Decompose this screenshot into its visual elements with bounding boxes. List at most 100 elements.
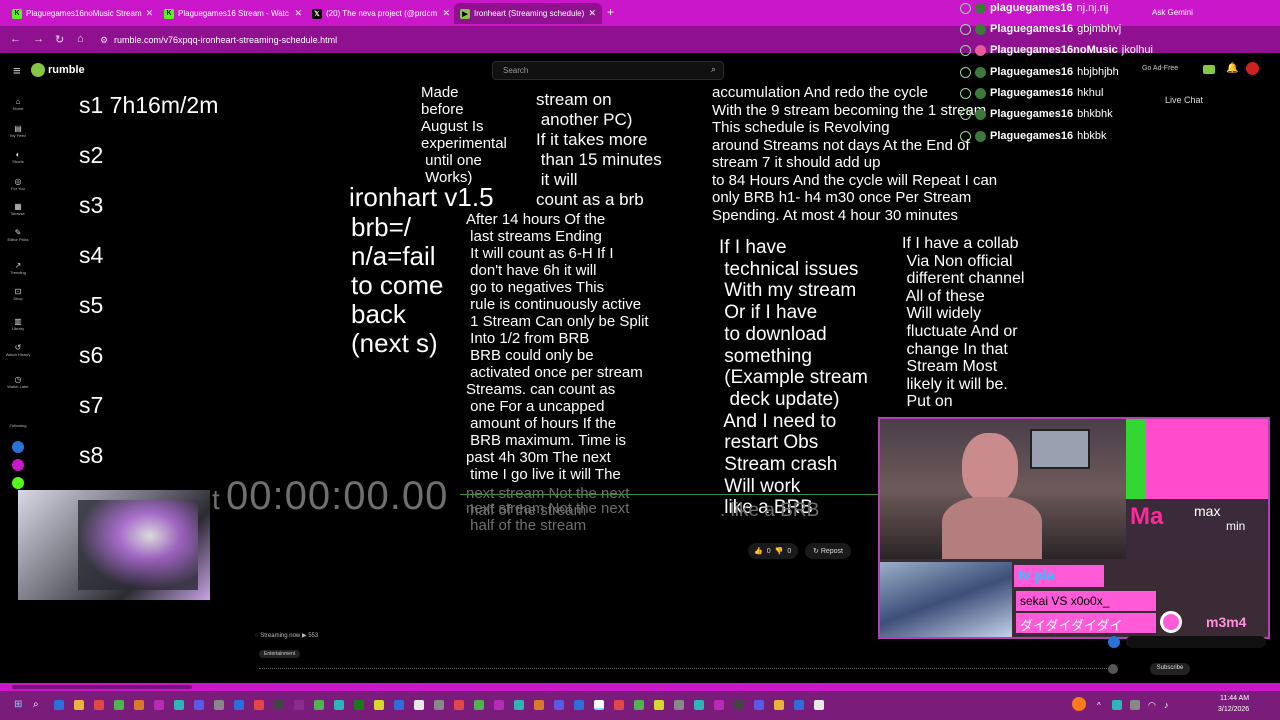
sidebar-item-shorts[interactable]: ◐ Shorts [4, 150, 32, 164]
schedule-note: stream on another PC) If it takes more t… [536, 90, 662, 209]
browser-icon[interactable] [594, 700, 604, 710]
forward-icon[interactable]: → [33, 33, 44, 45]
tab-1[interactable]: K Plaguegames16noMusic Stream ✕ [6, 3, 156, 24]
scrollbar-thumb[interactable] [12, 685, 192, 689]
clock-time[interactable]: 11:44 AM [1220, 695, 1249, 702]
tray-icon[interactable] [1112, 700, 1122, 710]
close-icon[interactable]: ✕ [294, 8, 302, 19]
app-icon[interactable] [134, 700, 144, 710]
app-icon[interactable] [674, 700, 684, 710]
sidebar-item-browse[interactable]: ▦ Browse [4, 202, 32, 216]
app-icon[interactable] [234, 700, 244, 710]
wifi-icon[interactable]: ◠ [1148, 700, 1156, 711]
app-icon[interactable] [214, 700, 224, 710]
go-ad-free-link[interactable]: Go Ad-Free [1142, 65, 1178, 72]
rumble-logo[interactable]: rumble [31, 63, 85, 77]
app-icon[interactable] [114, 700, 124, 710]
thumbs-down-icon[interactable]: 👎 [775, 547, 784, 555]
sidebar-item-trending[interactable]: ↗ Trending [4, 261, 32, 275]
app-icon[interactable] [474, 700, 484, 710]
repost-button[interactable]: ↻ Repost [805, 543, 851, 559]
tab-2[interactable]: K Plaguegames16 Stream - Watc ✕ [158, 3, 308, 24]
sidebar-item-editor-picks[interactable]: ✎ Editor Picks [4, 228, 32, 242]
start-icon[interactable]: ⊞ [14, 699, 22, 710]
close-icon[interactable]: ✕ [442, 8, 450, 19]
emoji-icon[interactable] [1108, 664, 1118, 674]
explorer-icon[interactable] [74, 700, 84, 710]
app-icon[interactable] [254, 700, 264, 710]
app-icon[interactable] [154, 700, 164, 710]
tab-4[interactable]: ▶ Ironheart (Streaming schedule) ✕ [454, 3, 602, 24]
new-tab-button[interactable]: + [607, 5, 614, 19]
volume-icon[interactable]: ♪ [1164, 700, 1169, 710]
sidebar-item-watch-history[interactable]: ↺ Watch History [4, 343, 32, 357]
home-icon[interactable]: ⌂ [77, 33, 84, 45]
ask-gemini-button[interactable]: Ask Gemini [1152, 8, 1193, 17]
app-icon[interactable] [534, 700, 544, 710]
avatar [975, 44, 986, 56]
tray-icon[interactable] [1130, 700, 1140, 710]
category-badge[interactable]: Entertainment [259, 650, 301, 658]
app-icon[interactable] [794, 700, 804, 710]
sidebar-item-my-feed[interactable]: ▤ My Feed [4, 124, 32, 138]
app-icon[interactable] [754, 700, 764, 710]
back-icon[interactable]: ← [10, 33, 21, 45]
app-icon[interactable] [514, 700, 524, 710]
app-icon[interactable] [554, 700, 564, 710]
search-icon[interactable]: ⌕ [711, 64, 716, 75]
close-icon[interactable]: ✕ [146, 8, 154, 19]
app-icon[interactable] [394, 700, 404, 710]
clock-date[interactable]: 3/12/2026 [1218, 706, 1249, 713]
schedule-title: ironhart v1.5 [349, 182, 494, 212]
notification-icon[interactable]: 🔔 [1226, 63, 1238, 74]
menu-icon[interactable]: ≡ [13, 63, 21, 78]
sidebar-item-watch-later[interactable]: ◷ Watch Later [4, 375, 32, 389]
app-icon[interactable] [654, 700, 664, 710]
app-icon[interactable] [494, 700, 504, 710]
app-icon[interactable] [734, 700, 744, 710]
app-icon[interactable] [694, 700, 704, 710]
x-icon: 𝕏 [312, 8, 322, 19]
sidebar-item-home[interactable]: ⌂ Home [4, 97, 32, 111]
close-icon[interactable]: ✕ [588, 8, 596, 19]
app-icon[interactable] [294, 700, 304, 710]
app-icon[interactable] [374, 700, 384, 710]
app-icon[interactable] [334, 700, 344, 710]
reload-icon[interactable]: ↻ [55, 33, 64, 46]
app-icon[interactable] [314, 700, 324, 710]
app-icon[interactable] [414, 700, 424, 710]
app-icon[interactable] [174, 700, 184, 710]
avatar[interactable] [1246, 62, 1259, 75]
horizontal-scrollbar[interactable] [0, 683, 1280, 691]
chat-input[interactable] [1126, 636, 1266, 648]
app-icon[interactable] [814, 700, 824, 710]
app-icon[interactable] [614, 700, 624, 710]
following-avatar[interactable] [12, 441, 24, 453]
app-icon[interactable] [634, 700, 644, 710]
url-field[interactable]: rumble.com/v76xpqq-ironheart-streaming-s… [114, 35, 337, 45]
taskview-icon[interactable] [54, 700, 64, 710]
app-icon[interactable] [774, 700, 784, 710]
following-avatar[interactable] [12, 459, 24, 471]
tray-chevron-icon[interactable]: ^ [1097, 701, 1101, 710]
app-icon[interactable] [714, 700, 724, 710]
search-icon[interactable]: ⌕ [33, 699, 39, 710]
sidebar-item-for-you[interactable]: ◎ For You [4, 177, 32, 191]
app-icon[interactable] [454, 700, 464, 710]
thumbs-up-icon[interactable]: 👍 [754, 547, 763, 555]
app-icon[interactable] [354, 700, 364, 710]
live-icon[interactable] [1203, 65, 1215, 74]
app-icon[interactable] [274, 700, 284, 710]
app-icon[interactable] [434, 700, 444, 710]
app-icon[interactable] [94, 700, 104, 710]
search-input[interactable]: Search [492, 61, 724, 80]
following-avatar[interactable] [12, 477, 24, 489]
app-icon[interactable] [194, 700, 204, 710]
notification-badge-icon[interactable] [1072, 697, 1086, 711]
app-icon[interactable] [574, 700, 584, 710]
site-info-icon[interactable]: ⚙ [100, 35, 108, 46]
sidebar-item-shop[interactable]: ⊡ Shop [4, 287, 32, 301]
tab-3[interactable]: 𝕏 (20) The neva project (@prdcm ✕ [306, 3, 456, 24]
sidebar-item-library[interactable]: ▥ Library [4, 317, 32, 331]
subscribe-button[interactable]: Subscribe [1150, 663, 1190, 675]
